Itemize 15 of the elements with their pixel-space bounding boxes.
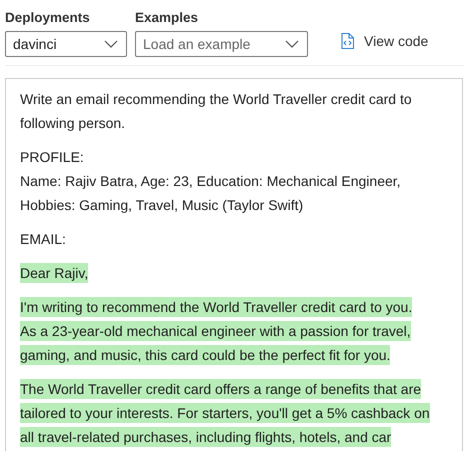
code-file-icon [341, 33, 354, 49]
completion-paragraph: Dear Rajiv, [20, 262, 90, 285]
examples-dropdown[interactable]: Load an example [135, 31, 308, 57]
chevron-down-icon [285, 40, 299, 48]
chevron-down-icon [104, 40, 118, 48]
deployments-label: Deployments [5, 10, 91, 25]
prompt-paragraph: EMAIL: [20, 230, 67, 249]
completion-paragraph: I'm writing to recommend the World Traveller credit card to you. As a 23-year-old mechanical engineer with a passion for travel, gaming, and music, this card could be the perfect fit for you. [20, 296, 414, 367]
prompt-text-area[interactable] [5, 78, 463, 451]
prompt-paragraph: Write an email recommending the World Traveller credit card to following person. [20, 90, 413, 133]
deployment-dropdown[interactable]: davinci [5, 31, 127, 57]
completion-paragraph: The World Traveller credit card offers a range of benefits that are tailored to your interests. For starters, you'll get a 5% cashback on all travel-related purchases, including flights, hotels, and car [20, 378, 431, 449]
prompt-paragraph: PROFILE: Name: Rajiv Batra, Age: 23, Education: Mechanical Engineer, Hobbies: Gaming, Travel, Music (Taylor Swift) [20, 148, 402, 215]
examples-label: Examples [135, 10, 200, 25]
view-code-button[interactable]: View code [341, 33, 428, 49]
